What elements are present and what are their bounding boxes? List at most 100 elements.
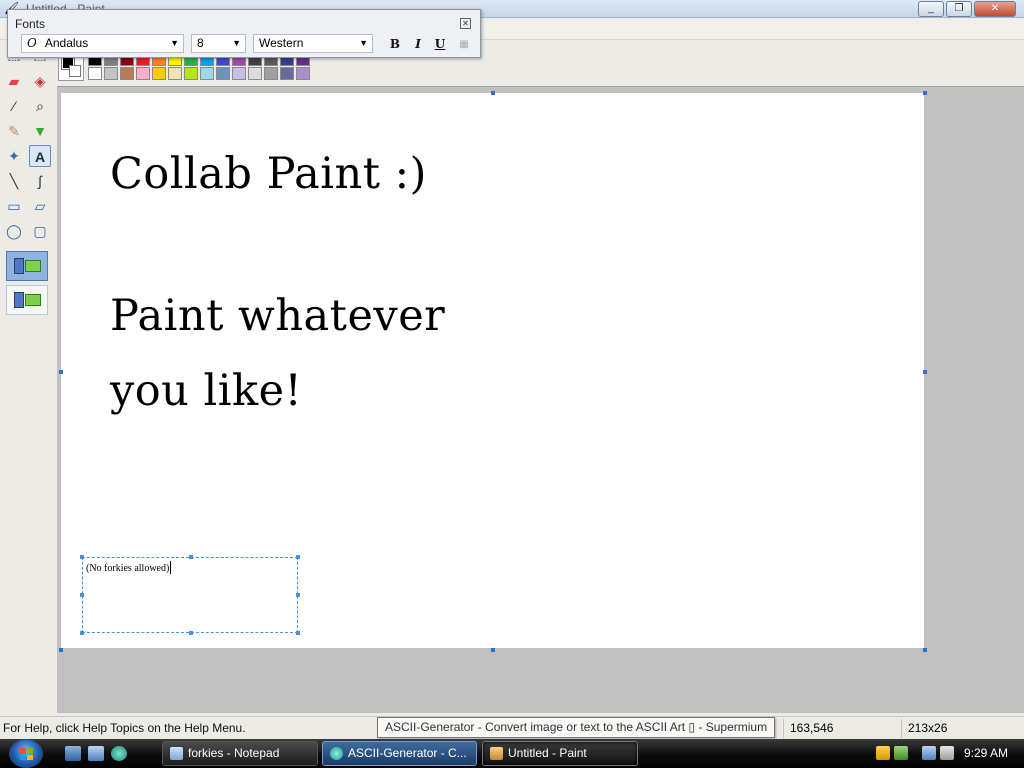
resize-handle[interactable]	[296, 555, 300, 559]
font-size-value: 8	[197, 36, 204, 50]
text-tool-icon[interactable]: A	[29, 145, 51, 167]
airbrush-icon[interactable]: ✦	[3, 145, 25, 167]
taskbar-button-label: Untitled - Paint	[508, 746, 587, 760]
color-swatch[interactable]	[296, 67, 310, 80]
taskbar-button-paint[interactable]: Untitled - Paint	[482, 741, 638, 766]
color-swatch[interactable]	[88, 67, 102, 80]
line-icon[interactable]: ╲	[3, 170, 25, 192]
minimize-button[interactable]: _	[918, 1, 944, 17]
canvas-resize-handle[interactable]	[491, 648, 495, 652]
canvas-resize-handle[interactable]	[59, 648, 63, 652]
taskbar-tooltip: ASCII-Generator - Convert image or text …	[377, 717, 776, 738]
shape-icon	[25, 294, 41, 306]
selection-size: 213x26	[908, 721, 948, 735]
font-name-value: Andalus	[44, 36, 89, 50]
color-swatch[interactable]	[264, 67, 278, 80]
color-swatch[interactable]	[120, 67, 134, 80]
font-name-dropdown[interactable]: O Andalus ▼	[21, 34, 184, 53]
taskbar: forkies - Notepad ASCII-Generator - C...…	[0, 739, 1024, 768]
bold-button[interactable]: B	[387, 37, 403, 52]
close-button[interactable]: ✕	[974, 1, 1016, 17]
brush-icon[interactable]: ▼	[29, 120, 51, 142]
rounded-rect-icon[interactable]: ▢	[29, 220, 51, 242]
chevron-down-icon[interactable]: ▼	[170, 35, 179, 52]
resize-handle[interactable]	[296, 631, 300, 635]
show-desktop-icon[interactable]	[65, 746, 81, 761]
color-swatch[interactable]	[232, 67, 246, 80]
security-shield-icon[interactable]	[876, 746, 890, 760]
resize-handle[interactable]	[80, 631, 84, 635]
canvas-text-line-3: you like!	[110, 366, 303, 416]
color-swatch[interactable]	[200, 67, 214, 80]
pencil-icon[interactable]: ✎	[3, 120, 25, 142]
color-swatch[interactable]	[216, 67, 230, 80]
taskbar-button-label: ASCII-Generator - C...	[348, 746, 467, 760]
status-divider	[783, 719, 784, 738]
canvas-area[interactable]: Collab Paint :) Paint whatever you like!…	[57, 86, 1024, 713]
canvas-resize-handle[interactable]	[923, 370, 927, 374]
color-picker-icon[interactable]: ⁄	[3, 95, 25, 117]
color-swatch[interactable]	[168, 67, 182, 80]
canvas-resize-handle[interactable]	[923, 648, 927, 652]
magnifier-icon[interactable]: ⌕	[29, 95, 51, 117]
canvas-resize-handle[interactable]	[491, 91, 495, 95]
volume-muted-icon[interactable]	[940, 746, 954, 760]
system-tray: 9:29 AM	[872, 741, 1024, 766]
chevron-down-icon[interactable]: ▼	[232, 35, 241, 52]
start-button[interactable]	[9, 739, 43, 768]
maximize-button[interactable]: ❐	[946, 1, 972, 17]
chevron-down-icon[interactable]: ▼	[359, 35, 368, 52]
text-caret	[170, 561, 172, 574]
fonts-toolbar[interactable]: Fonts ✕ O Andalus ▼ 8 ▼ Western ▼ B I U ▦	[7, 9, 481, 58]
windows-update-icon[interactable]	[894, 746, 908, 760]
color-swatch[interactable]	[280, 67, 294, 80]
eraser-icon[interactable]: ▰	[3, 70, 25, 92]
color-swatch[interactable]	[136, 67, 150, 80]
script-dropdown[interactable]: Western ▼	[253, 34, 373, 53]
status-divider	[901, 719, 902, 738]
canvas-resize-handle[interactable]	[59, 370, 63, 374]
color-swatch[interactable]	[152, 67, 166, 80]
text-box-value: (No forkies allowed)	[86, 563, 170, 574]
polygon-icon[interactable]: ▱	[29, 195, 51, 217]
opaque-background-option[interactable]	[6, 251, 48, 281]
text-input-box[interactable]: (No forkies allowed)	[80, 555, 300, 635]
status-help-text: For Help, click Help Topics on the Help …	[3, 721, 246, 735]
transparent-background-option[interactable]	[6, 285, 48, 315]
taskbar-button-ascii-generator[interactable]: ASCII-Generator - C...	[322, 741, 477, 766]
fonts-toolbar-title: Fonts	[15, 17, 46, 31]
taskbar-button-notepad[interactable]: forkies - Notepad	[162, 741, 318, 766]
browser-icon	[330, 747, 343, 760]
color-swatch[interactable]	[248, 67, 262, 80]
vertical-text-icon[interactable]: ▦	[456, 37, 472, 52]
resize-handle[interactable]	[80, 555, 84, 559]
fonts-close-button[interactable]: ✕	[460, 18, 471, 29]
font-size-dropdown[interactable]: 8 ▼	[191, 34, 246, 53]
paint-app-icon	[490, 747, 503, 760]
resize-handle[interactable]	[189, 631, 193, 635]
clock[interactable]: 9:29 AM	[964, 746, 1008, 760]
canvas-resize-handle[interactable]	[923, 91, 927, 95]
browser-icon[interactable]	[111, 746, 127, 761]
shape-icon	[14, 292, 24, 308]
text-box-content[interactable]: (No forkies allowed)	[86, 561, 172, 574]
resize-handle[interactable]	[80, 593, 84, 597]
color-swatch[interactable]	[104, 67, 118, 80]
window-controls: _ ❐ ✕	[918, 1, 1016, 17]
rectangle-icon[interactable]: ▭	[3, 195, 25, 217]
drawing-canvas[interactable]: Collab Paint :) Paint whatever you like!…	[61, 93, 924, 648]
switch-windows-icon[interactable]	[88, 746, 104, 761]
italic-button[interactable]: I	[410, 37, 426, 52]
canvas-text-line-1: Collab Paint :)	[110, 149, 427, 199]
background-color	[69, 65, 81, 77]
network-icon[interactable]	[922, 746, 936, 760]
color-swatch[interactable]	[184, 67, 198, 80]
curve-icon[interactable]: ∫	[29, 170, 51, 192]
underline-button[interactable]: U	[432, 37, 448, 52]
resize-handle[interactable]	[296, 593, 300, 597]
fill-bucket-icon[interactable]: ◈	[29, 70, 51, 92]
shape-icon	[14, 258, 24, 274]
resize-handle[interactable]	[189, 555, 193, 559]
script-value: Western	[259, 36, 304, 50]
ellipse-icon[interactable]: ◯	[3, 220, 25, 242]
